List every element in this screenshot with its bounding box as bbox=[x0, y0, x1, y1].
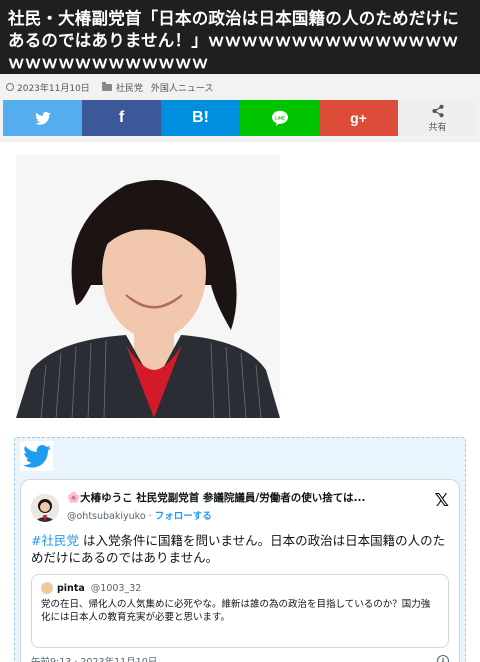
line-share-button[interactable]: LINE bbox=[240, 100, 319, 136]
share-label: 共有 bbox=[428, 121, 447, 132]
tweet-timestamp[interactable]: 午前9:13 · 2023年11月10日 bbox=[31, 654, 157, 662]
article-meta: 2023年11月10日 社民党 外国人ニュース bbox=[0, 74, 480, 100]
share-buttons: f B! LINE g+ 共有 bbox=[0, 100, 480, 142]
category-link[interactable]: 社民党 bbox=[116, 81, 143, 94]
share-more-button[interactable]: 共有 bbox=[398, 100, 477, 136]
quoted-author-handle: @1003_32 bbox=[90, 582, 142, 594]
separator: · bbox=[145, 511, 155, 522]
line-icon: LINE bbox=[271, 110, 288, 126]
tweet-body: は入党条件に国籍を問いません。日本の政治は日本国籍の人のためだけにあるのではあり… bbox=[31, 533, 446, 565]
article-header: 社民・大椿副党首「日本の政治は日本国籍の人のためだけにあるのではありません！」ｗ… bbox=[0, 0, 480, 74]
facebook-share-button[interactable]: f bbox=[82, 100, 161, 136]
info-icon[interactable]: i bbox=[437, 655, 449, 662]
googleplus-icon: g+ bbox=[350, 110, 367, 126]
tweet-author-name[interactable]: 🌸大椿ゆうこ 社民党副党首 参議院議員/労働者の使い捨ては... bbox=[67, 490, 367, 505]
quoted-author-name: pinta bbox=[57, 582, 85, 594]
tweet-text: #社民党 は入党条件に国籍を問いません。日本の政治は日本国籍の人のためだけにある… bbox=[31, 532, 449, 566]
quoted-tweet[interactable]: pinta @1003_32 党の在日、帰化人の人気集めに必死やな。維新は誰の為… bbox=[31, 574, 449, 648]
hatena-bookmark-button[interactable]: B! bbox=[161, 100, 240, 136]
tweet-header: 🌸大椿ゆうこ 社民党副党首 参議院議員/労働者の使い捨ては... @ohtsub… bbox=[31, 490, 449, 522]
svg-text:LINE: LINE bbox=[275, 115, 285, 120]
category-link[interactable]: 外国人ニュース bbox=[151, 81, 214, 94]
hatena-icon: B! bbox=[192, 109, 209, 126]
quoted-tweet-text: 党の在日、帰化人の人気集めに必死やな。維新は誰の為の政治を目指しているのか？国力… bbox=[41, 599, 431, 623]
article-title: 社民・大椿副党首「日本の政治は日本国籍の人のためだけにあるのではありません！」ｗ… bbox=[8, 9, 459, 72]
twitter-share-button[interactable] bbox=[3, 100, 82, 136]
clock-icon bbox=[6, 83, 14, 91]
tweet-card[interactable]: 🌸大椿ゆうこ 社民党副党首 参議院議員/労働者の使い捨ては... @ohtsub… bbox=[20, 479, 460, 662]
folder-icon bbox=[101, 81, 112, 91]
share-icon bbox=[431, 104, 444, 117]
post-date: 2023年11月10日 bbox=[17, 83, 90, 94]
article-photo bbox=[16, 155, 280, 418]
twitter-bird-icon bbox=[20, 441, 53, 471]
quoted-avatar bbox=[41, 582, 53, 594]
hashtag-link[interactable]: #社民党 bbox=[31, 533, 79, 548]
twitter-icon bbox=[34, 111, 51, 125]
tweet-author-handle[interactable]: @ohtsubakiyuko bbox=[67, 511, 146, 522]
avatar[interactable] bbox=[31, 494, 59, 522]
googleplus-share-button[interactable]: g+ bbox=[319, 100, 398, 136]
facebook-icon: f bbox=[118, 109, 125, 126]
follow-button[interactable]: フォローする bbox=[155, 511, 212, 522]
x-logo-icon[interactable]: 𝕏 bbox=[434, 490, 449, 511]
